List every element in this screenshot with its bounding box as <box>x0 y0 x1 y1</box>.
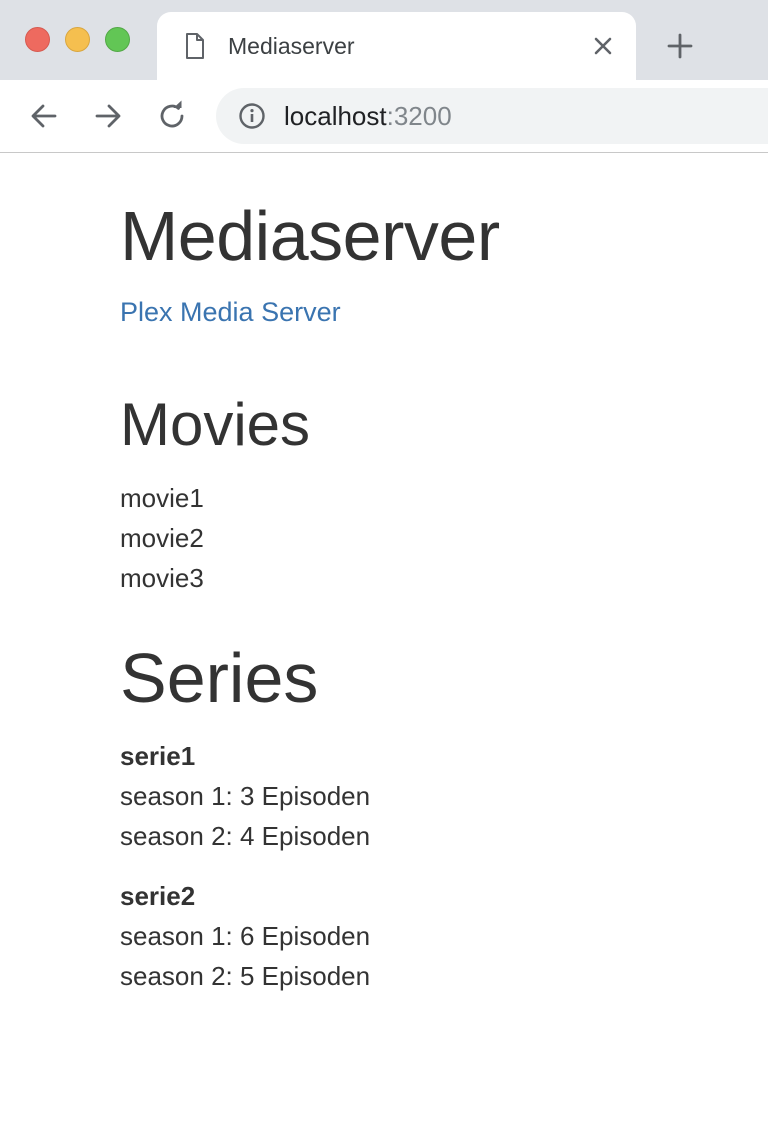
season-list: season 1: 6 Episoden season 2: 5 Episode… <box>120 916 370 996</box>
address-bar[interactable]: localhost:3200 <box>216 88 768 144</box>
plus-icon[interactable] <box>664 30 696 62</box>
document-icon <box>186 33 204 59</box>
page-title: Mediaserver <box>120 197 500 275</box>
season-item: season 1: 6 Episoden <box>120 921 371 951</box>
season-item: season 1: 3 Episoden <box>120 781 371 811</box>
season-item: season 2: 4 Episoden <box>120 821 371 851</box>
series-heading: Series <box>120 639 319 717</box>
tab-title: Mediaserver <box>228 33 355 59</box>
back-arrow-icon[interactable] <box>27 99 61 133</box>
browser-toolbar: localhost:3200 <box>0 80 768 153</box>
movie-item: movie3 <box>120 563 204 593</box>
serie-name: serie1 <box>120 741 196 771</box>
serie-block: serie1 season 1: 3 Episoden season 2: 4 … <box>120 736 370 856</box>
season-list: season 1: 3 Episoden season 2: 4 Episode… <box>120 776 370 856</box>
reload-icon[interactable] <box>155 99 189 133</box>
forward-arrow-icon[interactable] <box>91 99 125 133</box>
url-host: localhost <box>284 101 387 131</box>
close-icon[interactable] <box>589 32 617 60</box>
url-text: localhost:3200 <box>284 101 452 131</box>
browser-tab[interactable]: Mediaserver <box>157 12 636 80</box>
serie-block: serie2 season 1: 6 Episoden season 2: 5 … <box>120 876 370 996</box>
plex-media-server-link[interactable]: Plex Media Server <box>120 296 341 328</box>
window-close-button[interactable] <box>25 27 50 52</box>
movie-item: movie2 <box>120 523 204 553</box>
window-maximize-button[interactable] <box>105 27 130 52</box>
browser-tab-strip: Mediaserver <box>0 0 768 80</box>
movies-list: movie1 movie2 movie3 <box>120 478 204 598</box>
serie-name: serie2 <box>120 881 196 911</box>
window-minimize-button[interactable] <box>65 27 90 52</box>
url-port: :3200 <box>386 101 452 131</box>
movie-item: movie1 <box>120 483 204 513</box>
movies-heading: Movies <box>120 391 311 458</box>
season-item: season 2: 5 Episoden <box>120 961 371 991</box>
info-icon[interactable] <box>238 102 266 130</box>
